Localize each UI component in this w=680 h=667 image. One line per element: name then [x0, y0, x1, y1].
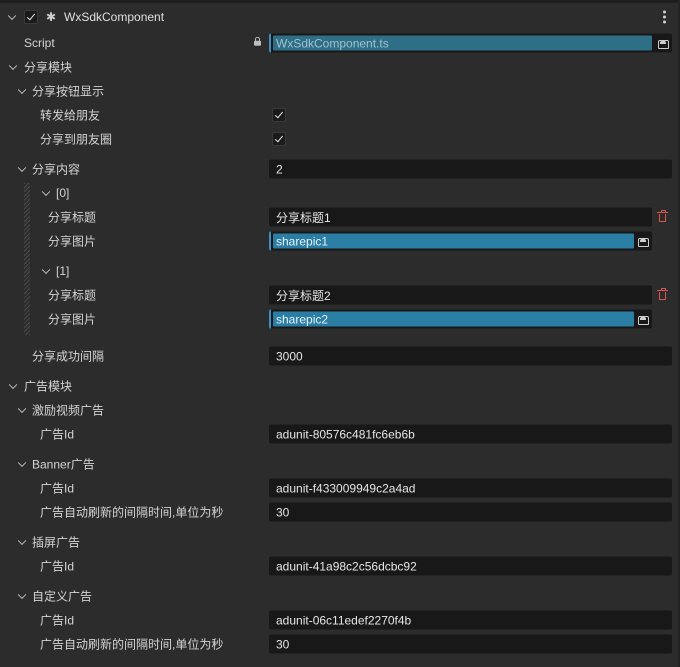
puzzle-icon: ✱ [46, 10, 57, 24]
ads-module-title: 广告模块 [24, 379, 73, 394]
share-item-0-header[interactable]: [0] [0, 181, 680, 205]
banner-ad-title: Banner广告 [32, 457, 95, 472]
share-interval-input[interactable]: 3000 [269, 346, 672, 366]
timeline-label: 分享到朋友圈 [40, 132, 113, 147]
custom-ad-id-input[interactable]: adunit-06c11edef2270f4b [269, 610, 672, 630]
script-row: Script WxSdkComponent.ts [0, 31, 680, 55]
component-title: WxSdkComponent [64, 10, 165, 24]
script-value: WxSdkComponent.ts [276, 36, 389, 50]
script-field[interactable]: WxSdkComponent.ts [269, 33, 672, 53]
chevron-down-icon[interactable] [17, 458, 27, 468]
ad-id-label: 广告Id [40, 481, 75, 496]
forward-checkbox[interactable] [272, 108, 286, 122]
interstitial-ad-id-row: 广告Id adunit-41a98c2c56dcbc92 [0, 554, 680, 578]
share-item-1-index: [1] [56, 264, 70, 278]
more-vertical-icon[interactable] [663, 10, 666, 24]
custom-ad-header[interactable]: 自定义广告 [0, 584, 680, 608]
share-title-label: 分享标题 [48, 210, 97, 225]
interstitial-ad-header[interactable]: 插屏广告 [0, 530, 680, 554]
top-border [0, 0, 680, 3]
asset-picker-icon[interactable] [638, 315, 649, 325]
delete-item-0-icon[interactable] [657, 210, 668, 223]
share-item-0-title-row: 分享标题 分享标题1 [0, 205, 680, 229]
asset-picker-icon[interactable] [638, 237, 649, 247]
reward-ad-id-row: 广告Id adunit-80576c481fc6eb6b [0, 422, 680, 446]
reward-ad-title: 激励视频广告 [32, 403, 105, 418]
forward-row: 转发给朋友 [0, 103, 680, 127]
reward-ad-id-input[interactable]: adunit-80576c481fc6eb6b [269, 424, 672, 444]
chevron-down-icon[interactable] [17, 85, 27, 95]
custom-refresh-input[interactable]: 30 [269, 634, 672, 654]
ad-id-label: 广告Id [40, 613, 75, 628]
share-item-0-index: [0] [56, 186, 70, 200]
chevron-down-icon[interactable] [17, 404, 27, 414]
lock-icon [254, 36, 261, 46]
share-module-header[interactable]: 分享模块 [0, 55, 680, 79]
chevron-down-icon[interactable] [17, 536, 27, 546]
interstitial-ad-title: 插屏广告 [32, 535, 81, 550]
share-item-0-pic-row: 分享图片 sharepic1 [0, 229, 680, 253]
banner-ad-id-row: 广告Id adunit-f433009949c2a4ad [0, 476, 680, 500]
share-interval-row: 分享成功间隔 3000 [0, 344, 680, 368]
component-enabled-checkbox[interactable] [24, 10, 38, 24]
banner-refresh-input[interactable]: 30 [269, 502, 672, 522]
delete-item-1-icon[interactable] [657, 288, 668, 301]
share-item-0-pic-field[interactable]: sharepic1 [269, 231, 652, 251]
refresh-interval-label: 广告自动刷新的间隔时间,单位为秒 [40, 637, 224, 652]
refresh-interval-label: 广告自动刷新的间隔时间,单位为秒 [40, 505, 224, 520]
interstitial-ad-id-input[interactable]: adunit-41a98c2c56dcbc92 [269, 556, 672, 576]
share-pic-label: 分享图片 [48, 312, 97, 327]
chevron-down-icon[interactable] [41, 265, 51, 275]
share-button-section-title: 分享按钮显示 [32, 84, 105, 99]
forward-label: 转发给朋友 [40, 108, 101, 123]
banner-refresh-row: 广告自动刷新的间隔时间,单位为秒 30 [0, 500, 680, 524]
share-module-title: 分享模块 [24, 60, 73, 75]
share-content-count-input[interactable]: 2 [269, 159, 672, 179]
share-content-title: 分享内容 [32, 162, 81, 177]
share-item-1-title-input[interactable]: 分享标题2 [269, 285, 652, 305]
share-title-label: 分享标题 [48, 288, 97, 303]
share-item-1-pic-row: 分享图片 sharepic2 [0, 307, 680, 331]
share-item-1-pic-field[interactable]: sharepic2 [269, 309, 652, 329]
share-interval-label: 分享成功间隔 [32, 349, 105, 364]
custom-ad-title: 自定义广告 [32, 589, 93, 604]
custom-ad-id-row: 广告Id adunit-06c11edef2270f4b [0, 608, 680, 632]
ads-module-header[interactable]: 广告模块 [0, 374, 680, 398]
ad-id-label: 广告Id [40, 427, 75, 442]
banner-ad-id-input[interactable]: adunit-f433009949c2a4ad [269, 478, 672, 498]
share-button-section-header[interactable]: 分享按钮显示 [0, 79, 680, 103]
share-pic-label: 分享图片 [48, 234, 97, 249]
component-header[interactable]: ✱ WxSdkComponent [0, 4, 680, 30]
inspector-panel: ✱ WxSdkComponent Script WxSdkComponent.t… [0, 0, 680, 667]
chevron-down-icon[interactable] [17, 163, 27, 173]
share-item-1-title-row: 分享标题 分享标题2 [0, 283, 680, 307]
ad-id-label: 广告Id [40, 559, 75, 574]
chevron-down-icon[interactable] [8, 380, 18, 390]
custom-refresh-row: 广告自动刷新的间隔时间,单位为秒 30 [0, 632, 680, 656]
chevron-down-icon[interactable] [8, 61, 18, 71]
timeline-checkbox[interactable] [272, 132, 286, 146]
share-content-header[interactable]: 分享内容 2 [0, 157, 680, 181]
chevron-down-icon[interactable] [7, 11, 17, 21]
reward-ad-header[interactable]: 激励视频广告 [0, 398, 680, 422]
share-item-1-header[interactable]: [1] [0, 259, 680, 283]
timeline-row: 分享到朋友圈 [0, 127, 680, 151]
chevron-down-icon[interactable] [17, 590, 27, 600]
banner-ad-header[interactable]: Banner广告 [0, 452, 680, 476]
script-label: Script [24, 36, 55, 50]
share-item-0-title-input[interactable]: 分享标题1 [269, 207, 652, 227]
asset-picker-icon[interactable] [658, 39, 669, 49]
chevron-down-icon[interactable] [41, 187, 51, 197]
